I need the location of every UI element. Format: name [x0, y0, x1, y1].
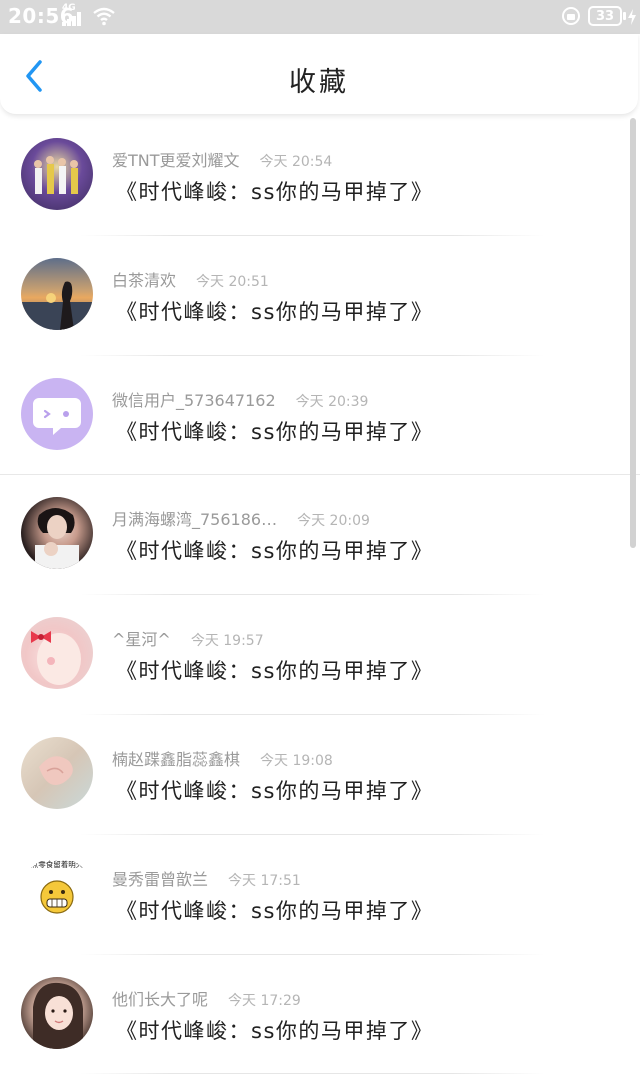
favorite-content: 《时代峰峻：ss你的马甲掉了》 [116, 419, 434, 444]
battery-icon: 33 [588, 6, 622, 26]
signal-icon [62, 12, 84, 26]
battery-tip [623, 12, 626, 20]
divider [80, 1073, 545, 1075]
user-name: 他们长大了呢 [112, 989, 209, 1009]
group-photo-image [34, 156, 78, 194]
favorite-meta: 白茶清欢 今天 20:51 [112, 267, 269, 291]
timestamp: 今天 20:39 [295, 393, 369, 410]
avatar-caption: .点零食留着明天. [28, 859, 85, 869]
timestamp: 今天 20:51 [196, 273, 269, 290]
portrait-photo-image [35, 508, 79, 570]
selfie-photo-image [33, 982, 83, 1049]
favorite-content: 《时代峰峻：ss你的马甲掉了》 [116, 898, 434, 923]
list-item[interactable]: 月满海螺湾_756186… 今天 20:09 《时代峰峻：ss你的马甲掉了》 [0, 475, 640, 596]
user-name: 曼秀雷曾歆兰 [112, 869, 209, 889]
favorite-meta: 月满海螺湾_756186… 今天 20:09 [112, 506, 370, 530]
flower-photo-image [39, 756, 73, 785]
favorite-content: 《时代峰峻：ss你的马甲掉了》 [116, 539, 434, 564]
avatar[interactable] [21, 138, 93, 210]
girl-with-bow-image [31, 631, 81, 686]
favorites-list: 爱TNT更爱刘耀文 今天 20:54 《时代峰峻：ss你的马甲掉了》 白茶清欢 今天… [0, 116, 640, 1075]
favorite-content: 《时代峰峻：ss你的马甲掉了》 [116, 299, 434, 324]
list-item[interactable]: 楠赵蹀鑫脂蕊鑫棋 今天 19:08 《时代峰峻：ss你的马甲掉了》 [0, 715, 640, 835]
lock-icon [562, 7, 580, 25]
timestamp: 今天 20:54 [259, 154, 333, 170]
sunset-photo-image [21, 281, 93, 330]
charging-icon [628, 9, 636, 25]
timestamp: 今天 17:29 [228, 992, 301, 1009]
favorite-meta: 楠赵蹀鑫脂蕊鑫棋 今天 19:08 [112, 746, 333, 770]
avatar[interactable] [21, 617, 93, 690]
favorite-content: 《时代峰峻：ss你的马甲掉了》 [116, 180, 434, 204]
list-item[interactable]: 爱TNT更爱刘耀文 今天 20:54 《时代峰峻：ss你的马甲掉了》 [0, 116, 640, 236]
timestamp: 今天 19:08 [260, 752, 333, 769]
user-name: 月满海螺湾_756186… [112, 510, 278, 530]
avatar[interactable]: .点零食留着明天. [21, 856, 93, 929]
chat-bubble-icon [33, 397, 81, 435]
status-bar: 20:56 4G 33 [0, 0, 640, 34]
avatar[interactable] [21, 377, 93, 450]
scrollbar[interactable] [630, 118, 636, 548]
avatar[interactable] [21, 976, 93, 1049]
timestamp: 今天 19:57 [190, 633, 264, 650]
header: 收藏 [0, 34, 638, 115]
favorite-meta: ^星河^ 今天 19:57 [112, 626, 264, 650]
user-name: 白茶清欢 [112, 270, 177, 290]
favorite-content: 《时代峰峻：ss你的马甲掉了》 [116, 778, 434, 803]
avatar[interactable] [21, 257, 93, 330]
timestamp: 今天 20:09 [297, 513, 370, 530]
user-name: ^星河^ [112, 630, 171, 650]
page-title: 收藏 [289, 67, 349, 98]
avatar[interactable] [21, 497, 93, 570]
list-item[interactable]: 白茶清欢 今天 20:51 《时代峰峻：ss你的马甲掉了》 [0, 236, 640, 356]
favorite-meta: 曼秀雷曾歆兰 今天 17:51 [112, 866, 301, 890]
wifi-icon [93, 7, 115, 26]
favorite-meta: 微信用户_573647162 今天 20:39 [112, 387, 368, 411]
favorite-meta: 他们长大了呢 今天 17:29 [112, 986, 301, 1010]
timestamp: 今天 17:51 [228, 872, 301, 889]
grinning-emoji-image: .点零食留着明天. [28, 859, 86, 914]
favorite-content: 《时代峰峻：ss你的马甲掉了》 [116, 659, 434, 684]
list-item[interactable]: .点零食留着明天. 曼秀雷曾歆兰 今天 17:51 《时代峰峻：ss你的马甲掉了》 [0, 835, 640, 955]
list-item[interactable]: ^星河^ 今天 19:57 《时代峰峻：ss你的马甲掉了》 [0, 595, 640, 715]
user-name: 楠赵蹀鑫脂蕊鑫棋 [112, 749, 241, 769]
user-name: 爱TNT更爱刘耀文 [112, 151, 240, 170]
avatar[interactable] [21, 736, 93, 809]
favorite-meta: 爱TNT更爱刘耀文 今天 20:54 [112, 147, 332, 171]
list-item[interactable]: 微信用户_573647162 今天 20:39 《时代峰峻：ss你的马甲掉了》 [0, 356, 640, 476]
favorite-content: 《时代峰峻：ss你的马甲掉了》 [116, 1018, 434, 1043]
user-name: 微信用户_573647162 [112, 390, 276, 410]
list-item[interactable]: 他们长大了呢 今天 17:29 《时代峰峻：ss你的马甲掉了》 [0, 955, 640, 1075]
battery-level: 33 [595, 9, 615, 24]
